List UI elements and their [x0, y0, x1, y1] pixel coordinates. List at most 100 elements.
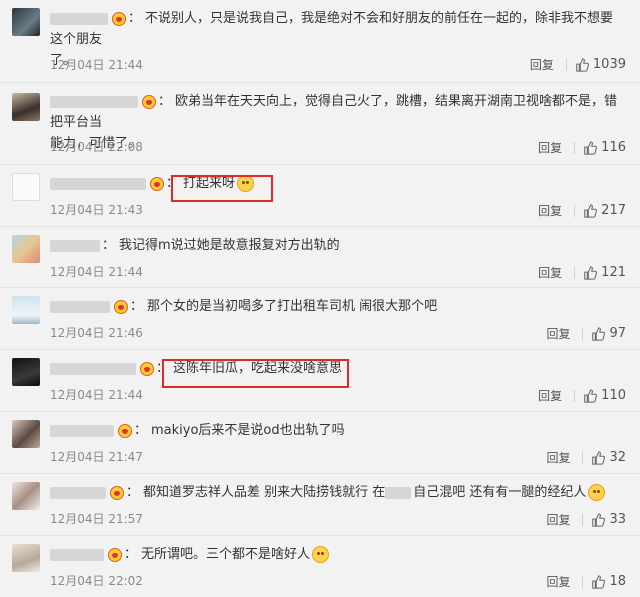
comment-body: makiyo后来不是说od也出轨了吗 — [151, 423, 345, 438]
comment-text: ： makiyo后来不是说od也出轨了吗 — [50, 420, 626, 441]
reply-button[interactable]: 回复 — [538, 387, 562, 404]
username-blurred[interactable] — [50, 548, 104, 561]
timestamp: 12月04日 22:02 — [50, 574, 143, 588]
username-blurred[interactable] — [50, 95, 138, 108]
vip-badge-icon — [140, 361, 154, 376]
thumbs-up-icon — [592, 512, 606, 527]
avatar[interactable] — [12, 8, 40, 36]
like-button[interactable]: 97 — [591, 326, 626, 341]
avatar[interactable] — [12, 358, 40, 386]
comment-text: ：我记得m说过她是故意报复对方出轨的 — [50, 235, 626, 256]
divider — [565, 58, 567, 71]
vip-badge-icon — [112, 11, 126, 26]
reply-button[interactable]: 回复 — [538, 139, 562, 156]
reply-button[interactable]: 回复 — [546, 325, 570, 342]
reply-button[interactable]: 回复 — [546, 573, 570, 590]
timestamp: 12月04日 21:44 — [50, 265, 143, 279]
avatar[interactable] — [12, 482, 40, 510]
like-button[interactable]: 1039 — [575, 57, 626, 72]
comment-text: ：都知道罗志祥人品差 别来大陆捞钱就行 在自己混吧 还有有一腿的经纪人 — [50, 482, 626, 503]
comment-item: ：欧弟当年在天天向上，觉得自己火了，跳槽，结果离开湖南卫视啥都不是，错把平台当 … — [0, 83, 640, 165]
avatar[interactable] — [12, 544, 40, 572]
comment-body: 我记得m说过她是故意报复对方出轨的 — [119, 238, 340, 253]
divider — [574, 266, 576, 279]
like-button[interactable]: 217 — [583, 203, 626, 218]
comment-text: ：那个女的是当初喝多了打出租车司机 闹很大那个吧 — [50, 296, 626, 317]
vip-badge-icon — [142, 94, 156, 109]
divider — [582, 575, 584, 588]
avatar[interactable] — [12, 420, 40, 448]
comment-body: 那个女的是当初喝多了打出租车司机 闹很大那个吧 — [147, 299, 438, 314]
comment-item: ：都知道罗志祥人品差 别来大陆捞钱就行 在自己混吧 还有有一腿的经纪人 12月0… — [0, 474, 640, 536]
like-button[interactable]: 18 — [591, 574, 626, 589]
comment-actions: 回复 18 — [546, 573, 626, 590]
divider — [582, 327, 584, 340]
comment-actions: 回复 121 — [538, 264, 626, 281]
username-blurred[interactable] — [50, 239, 100, 252]
comment-list: ：不说别人，只是说我自己，我是绝对不会和好朋友的前任在一起的，除非我不想要这个朋… — [0, 0, 640, 597]
thumbs-up-icon — [592, 450, 606, 465]
divider — [582, 513, 584, 526]
comment-body-cont: 自己混吧 还有有一腿的经纪人 — [413, 485, 587, 500]
like-count: 97 — [609, 326, 626, 341]
username-blurred[interactable] — [50, 177, 146, 190]
timestamp: 12月04日 21:57 — [50, 512, 143, 526]
like-count: 18 — [609, 574, 626, 589]
highlight-box — [171, 175, 273, 202]
like-count: 121 — [601, 265, 626, 280]
like-button[interactable]: 110 — [583, 388, 626, 403]
username-blurred[interactable] — [50, 486, 106, 499]
avatar[interactable] — [12, 235, 40, 263]
avatar[interactable] — [12, 93, 40, 121]
thumbs-up-icon — [584, 203, 598, 218]
username-blurred[interactable] — [50, 362, 136, 375]
like-count: 32 — [609, 450, 626, 465]
thumbs-up-icon — [584, 140, 598, 155]
reply-button[interactable]: 回复 — [546, 449, 570, 466]
reply-button[interactable]: 回复 — [530, 56, 554, 73]
like-button[interactable]: 116 — [583, 140, 626, 155]
comment-item: ：这陈年旧瓜，吃起来没啥意思 12月04日 21:44 回复 110 — [0, 350, 640, 412]
timestamp: 12月04日 21:46 — [50, 326, 143, 340]
comment-actions: 回复 116 — [538, 139, 626, 156]
timestamp: 12月04日 21:43 — [50, 203, 143, 217]
thumbs-up-icon — [584, 265, 598, 280]
username-blurred[interactable] — [50, 12, 108, 25]
like-count: 1039 — [592, 57, 626, 72]
vip-badge-icon — [108, 547, 122, 562]
comment-text: ：打起来呀 — [50, 173, 626, 194]
comment-item: ：无所谓吧。三个都不是啥好人 12月04日 22:02 回复 18 — [0, 536, 640, 597]
like-button[interactable]: 33 — [591, 512, 626, 527]
vip-badge-icon — [118, 423, 132, 438]
comment-item: ：我记得m说过她是故意报复对方出轨的 12月04日 21:44 回复 121 — [0, 227, 640, 288]
like-count: 116 — [601, 140, 626, 155]
timestamp: 12月04日 21:44 — [50, 388, 143, 402]
divider — [582, 451, 584, 464]
comment-item: ：不说别人，只是说我自己，我是绝对不会和好朋友的前任在一起的，除非我不想要这个朋… — [0, 0, 640, 83]
like-button[interactable]: 32 — [591, 450, 626, 465]
comment-body: 无所谓吧。三个都不是啥好人 — [141, 547, 311, 562]
like-button[interactable]: 121 — [583, 265, 626, 280]
thumbs-up-icon — [576, 57, 589, 72]
reply-button[interactable]: 回复 — [538, 202, 562, 219]
username-blurred[interactable] — [50, 424, 114, 437]
username-blurred[interactable] — [50, 300, 110, 313]
timestamp: 12月04日 21:44 — [50, 58, 143, 72]
reply-button[interactable]: 回复 — [546, 511, 570, 528]
comment-text: ：无所谓吧。三个都不是啥好人 — [50, 544, 626, 565]
divider — [574, 141, 576, 154]
redacted-text — [385, 486, 412, 499]
thumbs-up-icon — [584, 388, 598, 403]
reply-button[interactable]: 回复 — [538, 264, 562, 281]
comment-actions: 回复 217 — [538, 202, 626, 219]
timestamp: 12月04日 22:08 — [50, 140, 143, 154]
thumbs-up-icon — [592, 574, 606, 589]
vip-badge-icon — [114, 299, 128, 314]
avatar[interactable] — [12, 173, 40, 201]
divider — [574, 389, 576, 402]
avatar[interactable] — [12, 296, 40, 324]
like-count: 110 — [601, 388, 626, 403]
tongue-emoji-icon — [312, 546, 330, 563]
vip-badge-icon — [150, 176, 164, 191]
comment-item: ：打起来呀 12月04日 21:43 回复 217 — [0, 165, 640, 227]
